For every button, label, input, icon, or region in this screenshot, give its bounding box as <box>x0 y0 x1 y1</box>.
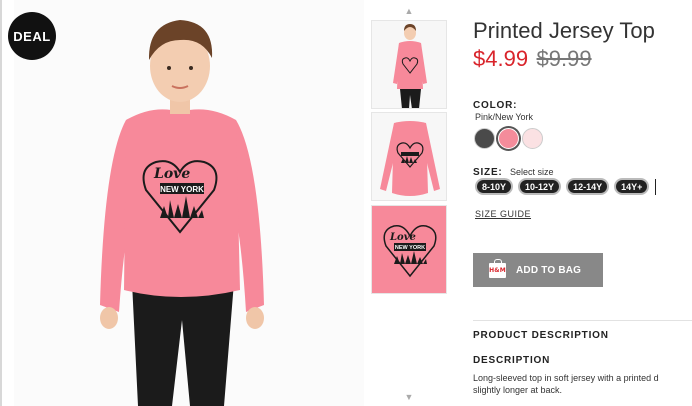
deal-badge: DEAL <box>8 12 56 60</box>
thumbnail-print-image: Love NEW YORK <box>372 206 446 293</box>
thumbnail-model-image <box>372 21 446 108</box>
thumb-print-city-text: NEW YORK <box>395 245 425 251</box>
size-option-12-14y[interactable]: 12-14Y <box>566 178 610 195</box>
description-line-2: slightly longer at back. <box>473 385 563 395</box>
shopping-bag-icon: H&M <box>489 258 506 278</box>
color-label: COLOR: <box>473 100 518 111</box>
text-cursor <box>655 178 657 195</box>
description-text: Long-sleeved top in soft jersey with a p… <box>473 372 692 396</box>
thumb-print-love-text: Love <box>389 232 416 243</box>
thumbnail-print-detail[interactable]: Love NEW YORK <box>371 205 447 294</box>
thumb-down-arrow-icon[interactable]: ▼ <box>370 392 448 402</box>
section-divider <box>473 320 692 321</box>
add-to-bag-button[interactable]: H&M ADD TO BAG <box>473 253 603 287</box>
size-label: SIZE: <box>473 167 503 178</box>
selected-color-name: Pink/New York <box>475 112 534 122</box>
product-details: Printed Jersey Top $4.99 $9.99 COLOR: Pi… <box>473 0 692 406</box>
description-heading: DESCRIPTION <box>473 355 551 366</box>
print-love-text: Love <box>153 166 190 182</box>
thumbnail-flat[interactable] <box>371 112 447 201</box>
size-guide-link[interactable]: SIZE GUIDE <box>475 209 531 219</box>
product-description-heading[interactable]: PRODUCT DESCRIPTION <box>473 330 609 341</box>
size-option-14y-plus[interactable]: 14Y+ <box>614 178 650 195</box>
swatch-pink[interactable] <box>498 128 519 149</box>
color-swatches <box>474 128 543 149</box>
thumbnail-strip: ▲ Love NEW YORK ▼ <box>370 0 448 406</box>
print-city-text: NEW YORK <box>160 185 204 194</box>
swatch-dark-grey[interactable] <box>474 128 495 149</box>
bag-logo-text: H&M <box>489 266 506 274</box>
size-option-10-12y[interactable]: 10-12Y <box>518 178 562 195</box>
thumbnail-model[interactable] <box>371 20 447 109</box>
add-to-bag-label: ADD TO BAG <box>516 264 582 276</box>
product-title: Printed Jersey Top <box>473 18 655 43</box>
description-line-1: Long-sleeved top in soft jersey with a p… <box>473 373 659 383</box>
size-options: 8-10Y 10-12Y 12-14Y 14Y+ <box>475 178 657 195</box>
current-price: $4.99 <box>473 46 529 71</box>
original-price: $9.99 <box>536 46 592 71</box>
size-hint: Select size <box>510 167 554 177</box>
main-product-image[interactable]: Love NEW YORK <box>14 0 364 406</box>
thumbnail-flat-image <box>372 113 446 200</box>
size-option-8-10y[interactable]: 8-10Y <box>475 178 514 195</box>
swatch-light-pink[interactable] <box>522 128 543 149</box>
price-row: $4.99 $9.99 <box>473 46 592 72</box>
model-photo: Love NEW YORK <box>14 0 364 406</box>
thumb-up-arrow-icon[interactable]: ▲ <box>370 6 448 16</box>
